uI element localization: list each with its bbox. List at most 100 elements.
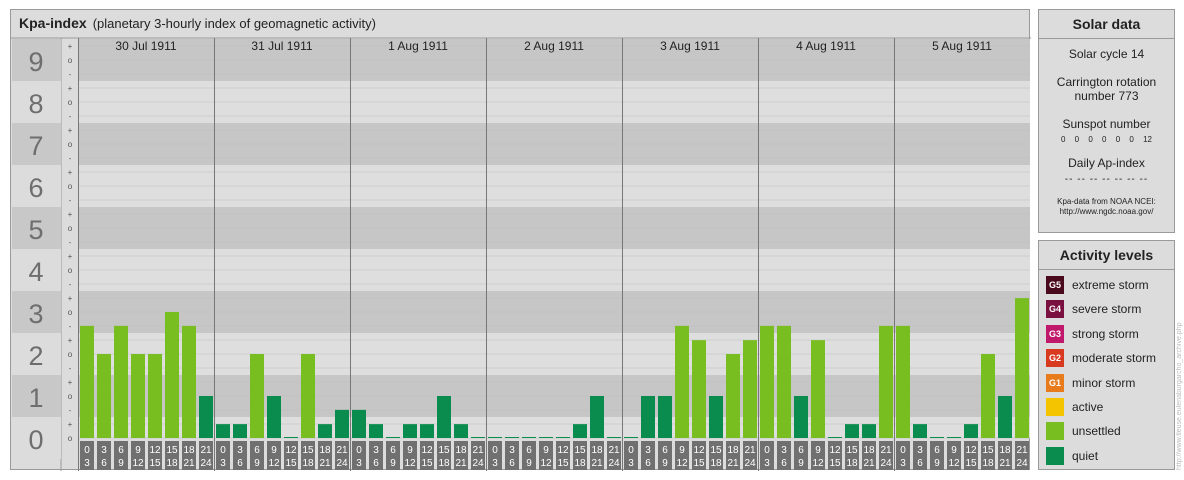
interval-start-label: 18 [183, 445, 195, 456]
interval-end-label: 6 [917, 458, 923, 469]
ap-values: -- -- -- -- -- -- -- [1039, 174, 1174, 185]
level-swatch: G1 [1046, 374, 1064, 392]
y-subtick-label: - [69, 70, 72, 79]
sunspot-value: 12 [1143, 135, 1153, 144]
level-swatch: G5 [1046, 276, 1064, 294]
interval-start-label: 9 [543, 445, 549, 456]
interval-start-label: 3 [781, 445, 787, 456]
y-subtick-label: o [68, 392, 73, 401]
sunspot-label: Sunspot number [1062, 117, 1151, 131]
y-subtick-label: o [68, 56, 73, 65]
level-label: active [1072, 400, 1104, 414]
ap-value: -- [1089, 174, 1099, 185]
kp-bar [998, 396, 1012, 438]
y-tick-label: 3 [28, 299, 43, 329]
interval-start-label: 9 [407, 445, 413, 456]
level-swatch [1046, 398, 1064, 416]
interval-start-label: 12 [693, 445, 705, 456]
interval-end-label: 15 [693, 458, 705, 469]
y-subtick-label: - [69, 238, 72, 247]
interval-end-label: 21 [319, 458, 331, 469]
kp-bar [726, 354, 740, 438]
kp-bar [811, 340, 825, 438]
interval-end-label: 21 [183, 458, 195, 469]
interval-end-label: 6 [237, 458, 243, 469]
data-source-link[interactable]: http://www.ngdc.noaa.gov/ [1039, 207, 1174, 217]
credit-text: http://www.tleuse.euleriaburgarcho_archi… [1176, 322, 1183, 470]
interval-start-label: 0 [628, 445, 634, 456]
interval-end-label: 24 [880, 458, 892, 469]
ap-value: -- [1102, 174, 1111, 185]
y-subtick-label: o [68, 224, 73, 233]
interval-end-label: 12 [676, 458, 688, 469]
y-subtick-label: o [68, 308, 73, 317]
interval-start-label: 0 [220, 445, 226, 456]
kp-bar [335, 409, 349, 438]
level-label: extreme storm [1072, 278, 1149, 292]
sunspot-value: 0 [1102, 135, 1107, 144]
interval-end-label: 18 [982, 458, 994, 469]
data-source: Kpa-data from NOAA NCEI: http://www.ngdc… [1039, 197, 1174, 217]
interval-end-label: 21 [863, 458, 875, 469]
y-subtick-label: - [69, 280, 72, 289]
interval-end-label: 6 [101, 458, 107, 469]
interval-start-label: 6 [798, 445, 804, 456]
interval-start-label: 18 [455, 445, 467, 456]
interval-start-label: 0 [900, 445, 906, 456]
level-label: moderate storm [1072, 351, 1157, 365]
interval-start-label: 9 [271, 445, 277, 456]
day-label: 30 Jul 1911 [115, 39, 176, 53]
level-label: quiet [1072, 449, 1099, 463]
kp-bar [471, 437, 485, 438]
y-subtick-label: o [68, 98, 73, 107]
interval-start-label: 3 [917, 445, 923, 456]
y-subtick-label: + [68, 420, 73, 429]
day-label: 1 Aug 1911 [388, 39, 448, 53]
interval-start-label: 6 [526, 445, 532, 456]
kp-bar [709, 396, 723, 438]
interval-start-label: 12 [829, 445, 841, 456]
kp-bar [80, 325, 94, 438]
interval-end-label: 12 [404, 458, 416, 469]
kp-bar [318, 424, 332, 438]
interval-end-label: 3 [356, 458, 362, 469]
kp-bar [879, 325, 893, 438]
y-subtick-label: - [69, 196, 72, 205]
interval-start-label: 21 [472, 445, 484, 456]
interval-start-label: 12 [965, 445, 977, 456]
kp-bar [420, 424, 434, 438]
y-subtick-label: o [68, 182, 73, 191]
interval-end-label: 9 [934, 458, 940, 469]
interval-end-label: 12 [812, 458, 824, 469]
y-subtick-label: + [68, 84, 73, 93]
solar-data-panel: Solar data Solar cycle 14 Carrington rot… [1038, 9, 1175, 233]
interval-end-label: 6 [509, 458, 515, 469]
kpa-chart: 0123456789+o+o-+o-+o-+o-+o-+o-+o-+o-+o-3… [11, 37, 1031, 471]
kp-bar [352, 409, 366, 438]
sunspot-value: 0 [1115, 135, 1121, 144]
sunspot-value: 0 [1088, 135, 1093, 144]
interval-start-label: 15 [710, 445, 722, 456]
kp-bar [556, 437, 570, 438]
interval-end-label: 15 [421, 458, 433, 469]
interval-end-label: 24 [1016, 458, 1028, 469]
kp-bar [505, 437, 519, 438]
chart-subtitle: (planetary 3-hourly index of geomagnetic… [92, 16, 376, 31]
interval-end-label: 24 [472, 458, 484, 469]
day-label: 5 Aug 1911 [932, 39, 992, 53]
y-subtick-label: - [69, 112, 72, 121]
interval-end-label: 12 [540, 458, 552, 469]
kp-bar [114, 325, 128, 438]
interval-start-label: 0 [492, 445, 498, 456]
kp-bar [862, 424, 876, 438]
interval-end-label: 15 [149, 458, 161, 469]
interval-start-label: 21 [1016, 445, 1028, 456]
interval-end-label: 15 [285, 458, 297, 469]
interval-end-label: 15 [557, 458, 569, 469]
level-label: severe storm [1072, 302, 1142, 316]
kp-bar [777, 325, 791, 438]
kp-bar [233, 424, 247, 438]
interval-start-label: 3 [645, 445, 651, 456]
kp-bar [522, 437, 536, 438]
level-swatch: G4 [1046, 300, 1064, 318]
